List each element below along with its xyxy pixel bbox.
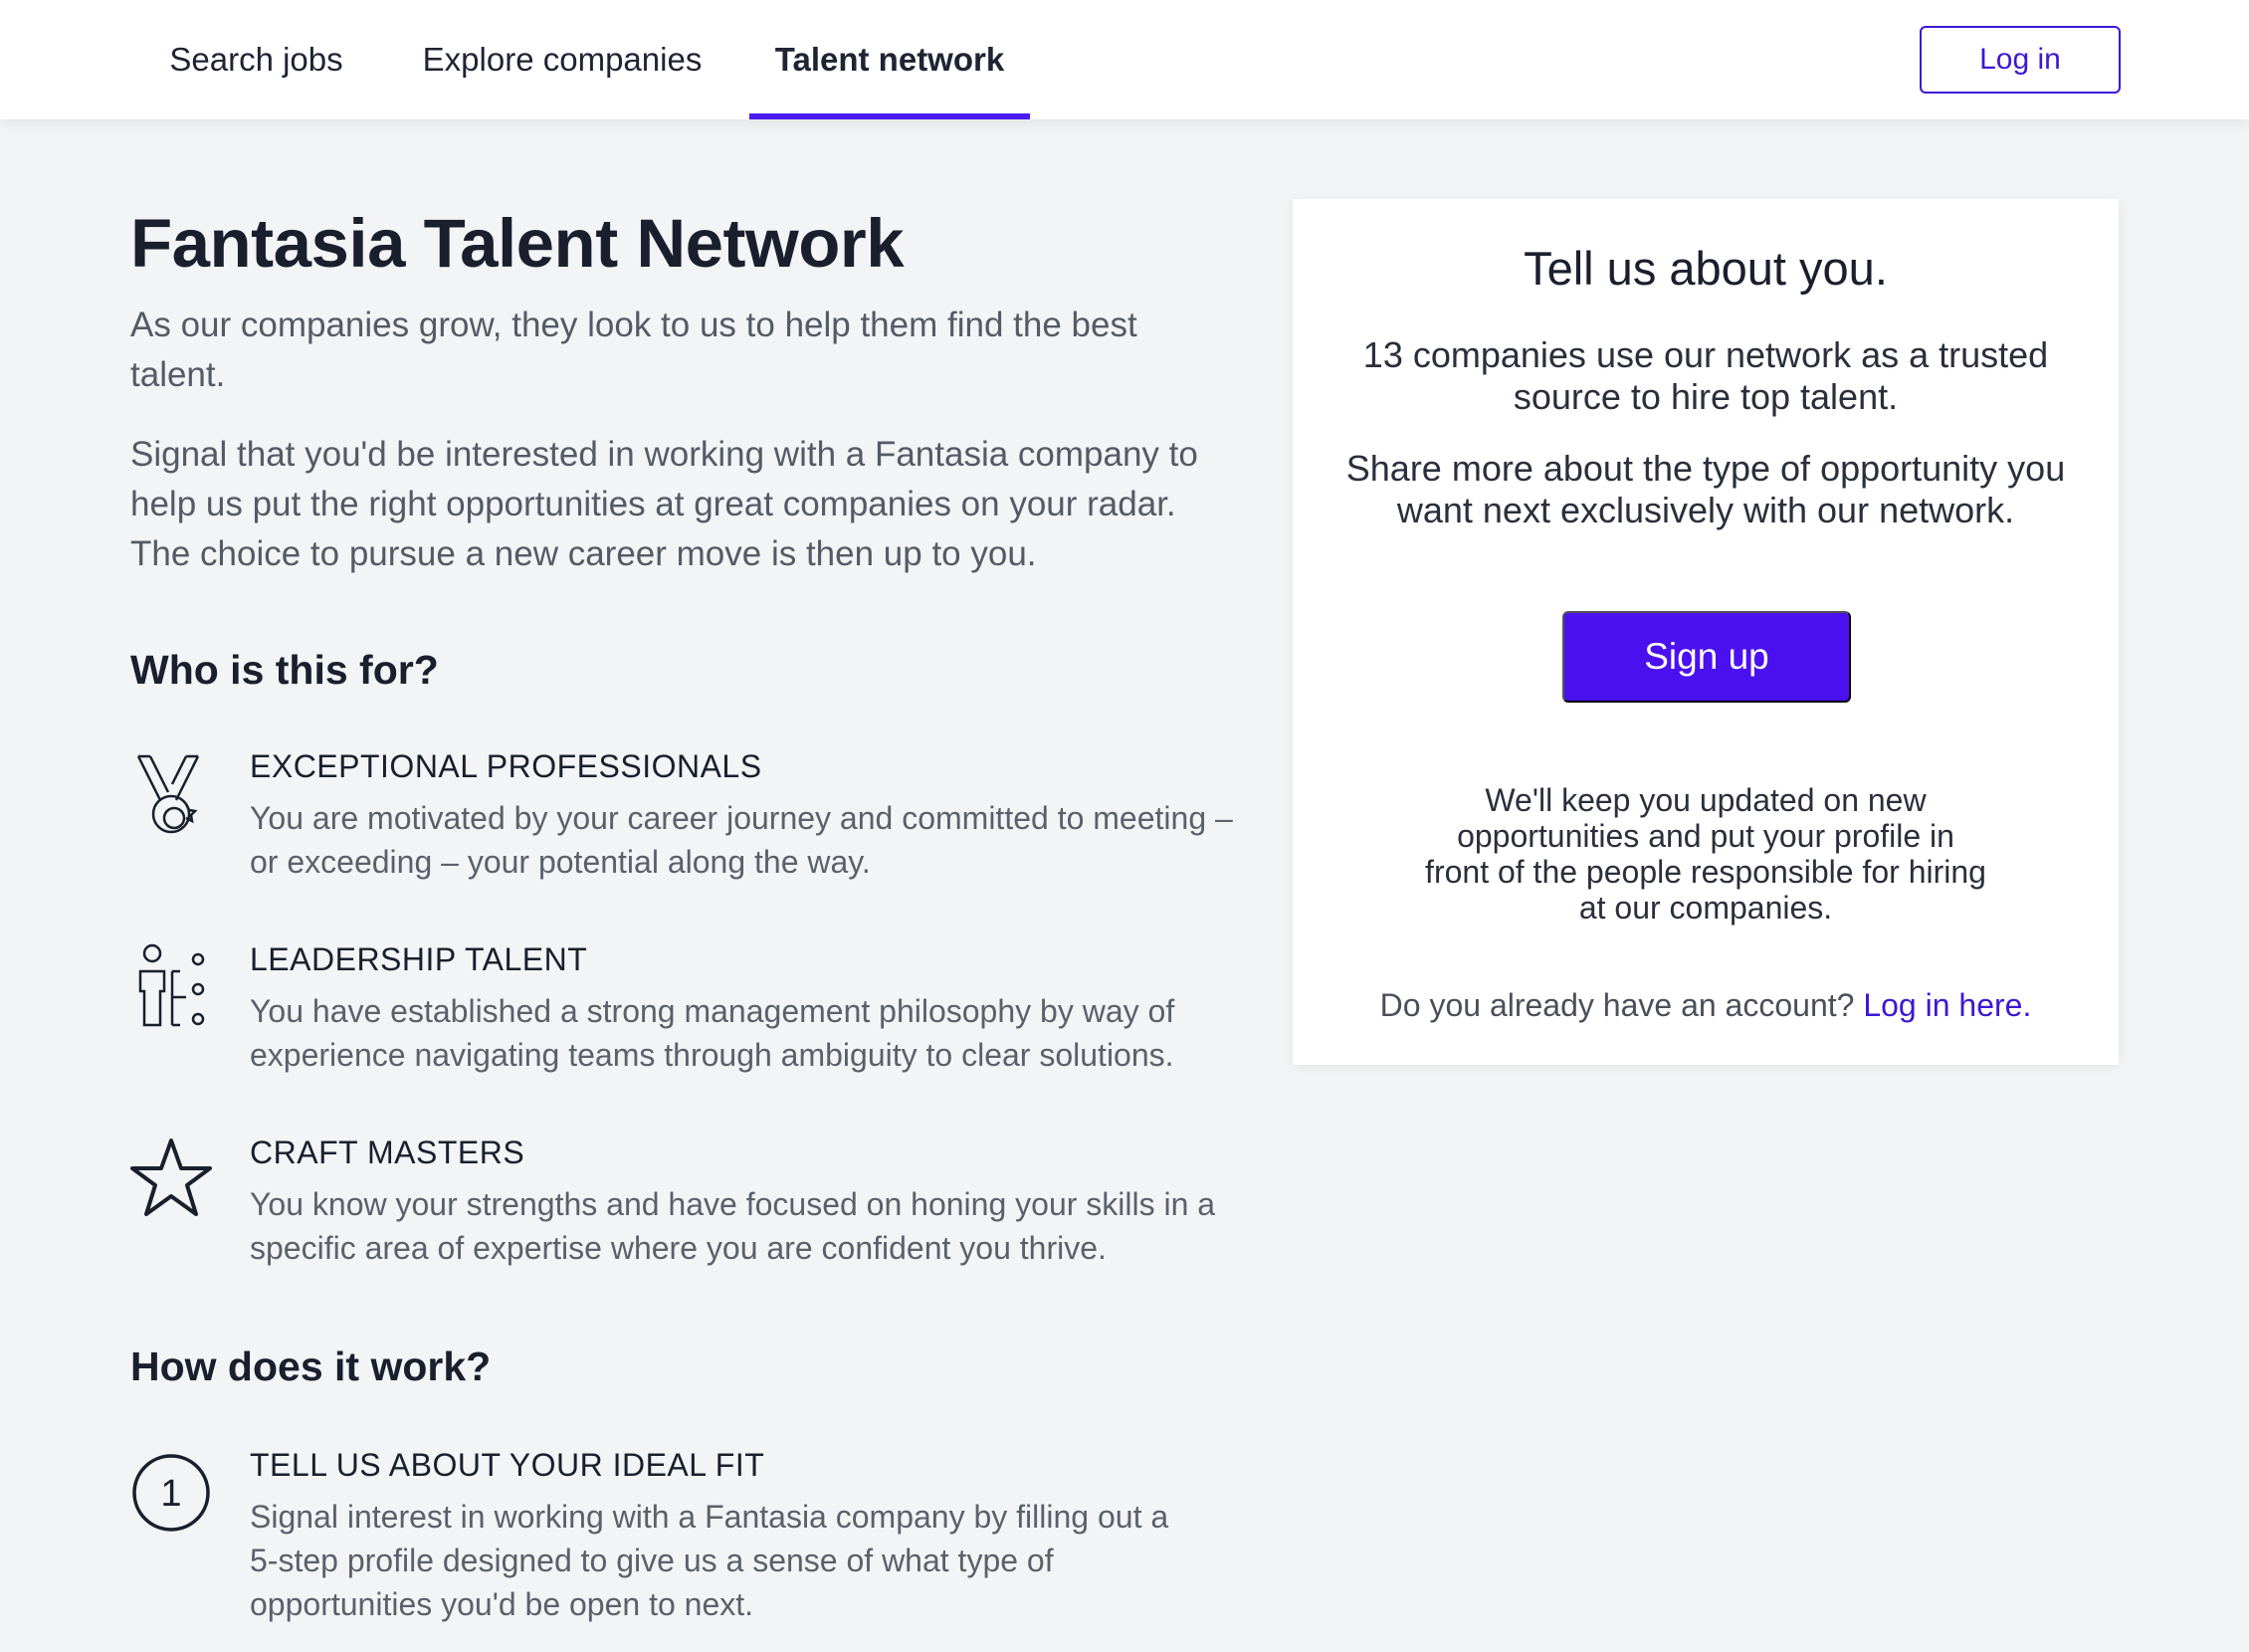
audience-description: You know your strengths and have focused… [250, 1186, 1216, 1266]
audience-description: You have established a strong management… [250, 993, 1175, 1073]
step-item: 1 TELL US ABOUT YOUR IDEAL FIT Signal in… [130, 1447, 1235, 1646]
audience-title: CRAFT MASTERS [250, 1135, 525, 1170]
how-heading: How does it work? [130, 1343, 492, 1389]
intro-paragraph-1: As our companies grow, they look to us t… [130, 306, 1137, 394]
tab-talent-network-label: Talent network [774, 41, 1005, 78]
step-title: TELL US ABOUT YOUR IDEAL FIT [250, 1447, 765, 1483]
audience-item-leadership: LEADERSHIP TALENT You have established a… [130, 941, 1235, 1091]
card-network-text: 13 companies use our network as a truste… [1362, 334, 2049, 417]
page-title: Fantasia Talent Network [130, 205, 905, 282]
login-button[interactable]: Log in [1920, 26, 2121, 94]
step-number-icon: 1 [130, 1447, 212, 1537]
audience-description: You are motivated by your career journey… [250, 800, 1233, 880]
step-description: Signal interest in working with a Fantas… [250, 1499, 1169, 1622]
login-here-link[interactable]: Log in here. [1863, 987, 2031, 1023]
audience-item-exceptional: EXCEPTIONAL PROFESSIONALS You are motiva… [130, 748, 1235, 898]
account-prompt: Do you already have an account? [1379, 987, 1855, 1023]
audience-title: EXCEPTIONAL PROFESSIONALS [250, 748, 762, 784]
who-heading: Who is this for? [130, 647, 439, 693]
tab-explore-companies-label: Explore companies [422, 41, 703, 78]
medal-icon [130, 748, 212, 838]
signup-button[interactable]: Sign up [1562, 611, 1851, 703]
tab-search-jobs-label: Search jobs [169, 41, 343, 78]
star-icon [130, 1135, 212, 1224]
leadership-icon [130, 941, 212, 1031]
audience-item-craft: CRAFT MASTERS You know your strengths an… [130, 1135, 1235, 1284]
card-share-text: Share more about the type of opportunity… [1345, 448, 2066, 530]
tab-explore-companies[interactable]: Explore companies [403, 0, 721, 119]
tab-search-jobs[interactable]: Search jobs [149, 0, 363, 119]
top-navigation: Search jobs Explore companies Talent net… [0, 0, 2249, 119]
intro-paragraph-2: Signal that you'd be interested in worki… [130, 435, 1198, 573]
card-updates-text: We'll keep you updated on new opportunit… [1425, 782, 1986, 926]
account-prompt-line: Do you already have an account? Log in h… [1293, 987, 2119, 1024]
card-title: Tell us about you. [1524, 242, 1888, 295]
tab-talent-network[interactable]: Talent network [749, 0, 1030, 119]
step-number: 1 [160, 1473, 182, 1515]
signup-card: Tell us about you. 13 companies use our … [1293, 199, 2119, 1065]
audience-title: LEADERSHIP TALENT [250, 941, 588, 977]
